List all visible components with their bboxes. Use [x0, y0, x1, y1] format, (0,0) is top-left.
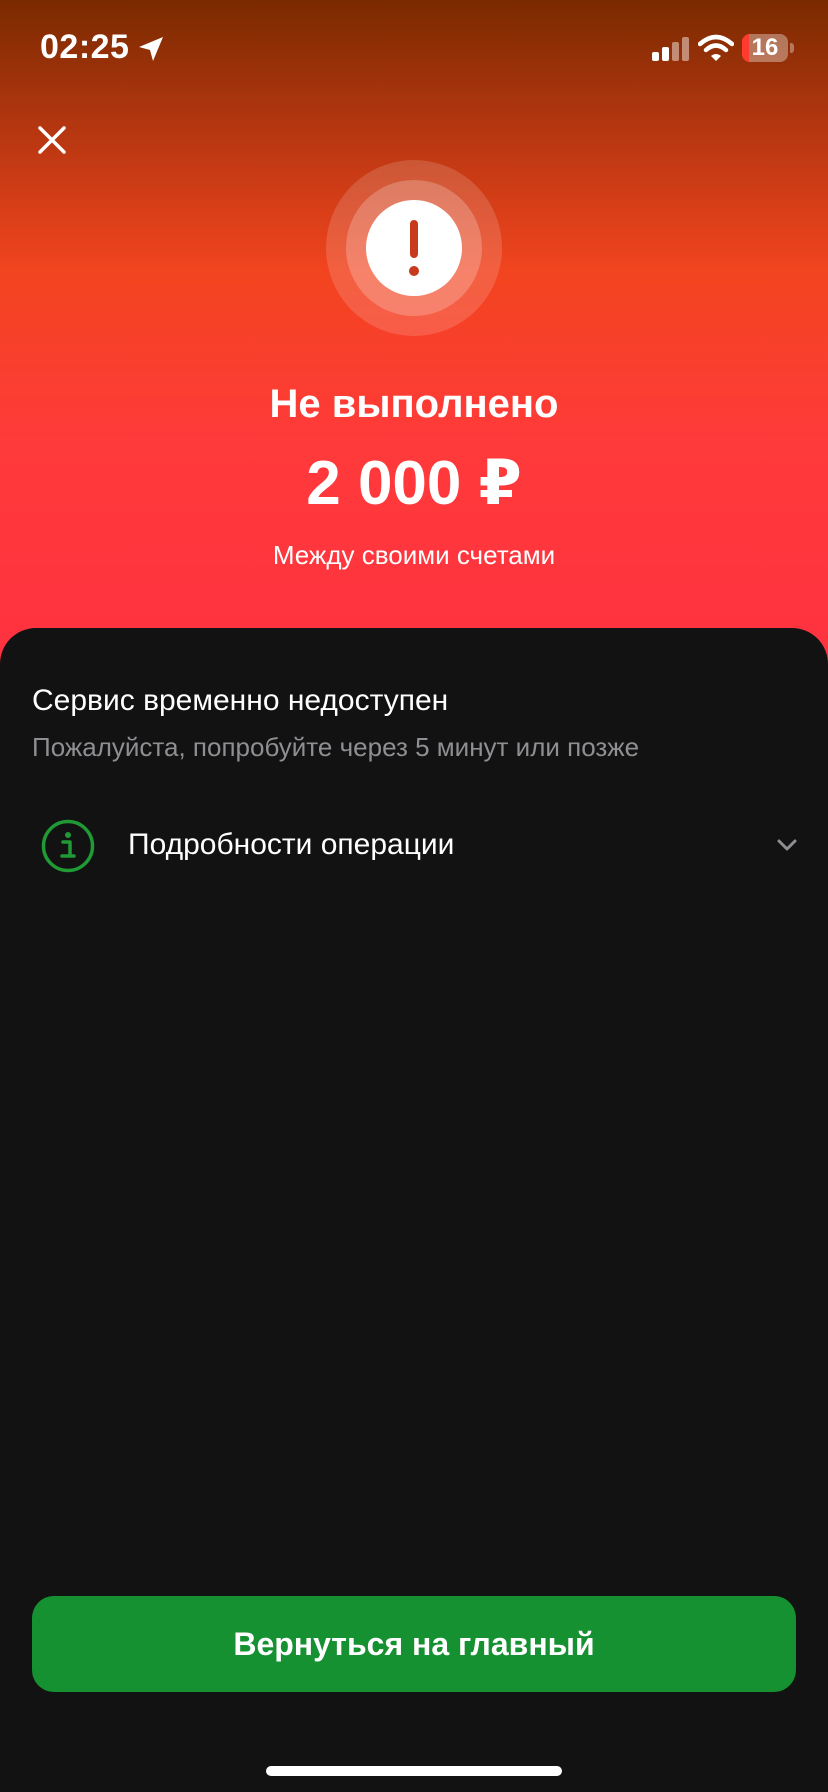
battery-cap: [790, 43, 794, 53]
operation-type: Между своими счетами: [272, 540, 556, 570]
chevron-down-icon: [777, 839, 797, 851]
operation-details-row[interactable]: Подробности операции: [0, 800, 828, 890]
battery-icon: 16: [742, 34, 788, 62]
wifi-icon: [698, 34, 734, 61]
battery-level: 16: [751, 34, 779, 61]
header-gradient: [0, 0, 828, 680]
close-button[interactable]: [30, 118, 74, 162]
operation-amount: 2 000 ₽: [306, 449, 522, 518]
status-bar: 02:25 16: [0, 0, 828, 100]
operation-details-label: Подробности операции: [128, 828, 455, 861]
info-icon: [41, 819, 95, 873]
cellular-signal-icon: [652, 37, 689, 61]
home-indicator: [266, 1766, 562, 1776]
exclamation-icon: [409, 220, 419, 276]
location-arrow-icon: [139, 37, 163, 61]
error-title: Сервис временно недоступен: [32, 684, 449, 717]
status-indicator: [326, 160, 502, 336]
status-time: 02:25: [40, 28, 130, 66]
close-icon: [38, 126, 66, 154]
error-description: Пожалуйста, попробуйте через 5 минут или…: [32, 732, 640, 762]
operation-status-title: Не выполнено: [269, 382, 559, 426]
return-home-button[interactable]: Вернуться на главный: [32, 1596, 796, 1692]
